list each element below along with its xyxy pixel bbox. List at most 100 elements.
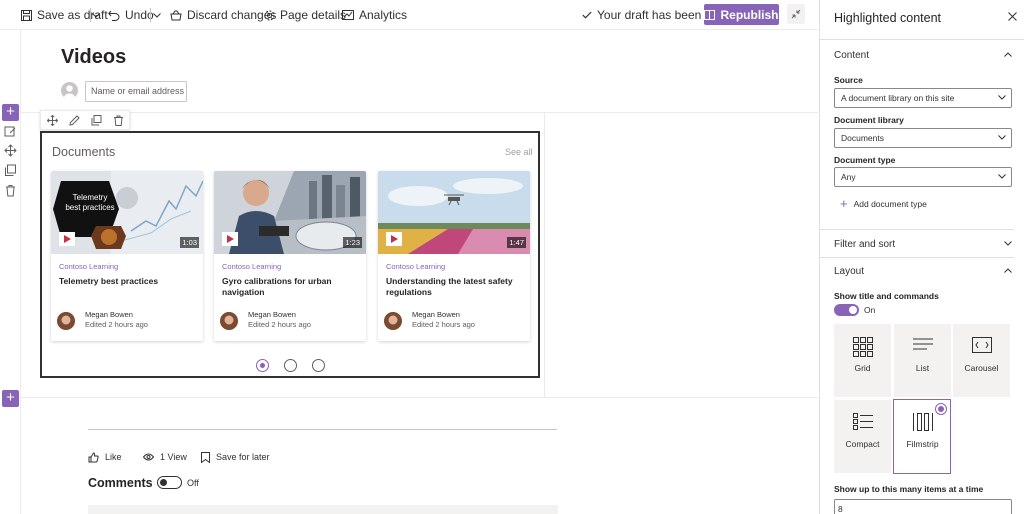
comment-input[interactable] — [88, 505, 558, 514]
eye-icon — [143, 453, 154, 461]
like-icon — [88, 451, 99, 462]
undo-options-chevron[interactable] — [153, 0, 166, 30]
edit-section-icon[interactable] — [4, 125, 17, 138]
author-name: Megan Bowen — [85, 310, 133, 319]
comments-toggle[interactable] — [157, 476, 182, 489]
content-section-header[interactable]: Content — [834, 50, 869, 61]
chevron-down-icon — [998, 135, 1006, 140]
layout-section-header[interactable]: Layout — [834, 266, 864, 277]
video-card[interactable]: 1:23 Contoso Learning Gyro calibrations … — [214, 171, 366, 341]
save-options-chevron[interactable] — [92, 0, 105, 30]
video-duration: 1:47 — [507, 237, 526, 248]
author-avatar — [384, 312, 402, 330]
author-name: Megan Bowen — [248, 310, 296, 319]
undo-button[interactable]: Undo — [108, 0, 154, 30]
max-items-label: Show up to this many items at a time — [834, 484, 984, 494]
card-site[interactable]: Contoso Learning — [222, 262, 281, 271]
republish-button[interactable]: Republish — [704, 4, 779, 25]
person-icon — [63, 85, 76, 99]
plus-icon: + — [840, 196, 848, 211]
webpart-title[interactable]: Documents — [52, 145, 115, 159]
panel-divider — [820, 229, 1014, 230]
layout-list-tile[interactable]: List — [894, 324, 951, 397]
add-section-button[interactable]: + — [2, 390, 19, 407]
discard-icon — [170, 10, 182, 20]
video-card[interactable]: 1:47 Contoso Learning Understanding the … — [378, 171, 530, 341]
layout-compact-label: Compact — [845, 439, 880, 449]
video-duration: 1:23 — [343, 237, 362, 248]
add-section-button[interactable]: + — [2, 104, 19, 121]
add-document-type-label: Add document type — [853, 198, 927, 209]
panel-divider — [820, 257, 1014, 258]
move-icon[interactable] — [46, 114, 58, 126]
show-title-toggle[interactable] — [834, 304, 859, 316]
duplicate-icon[interactable] — [91, 114, 102, 126]
video-duration: 1:03 — [180, 237, 199, 248]
carousel-icon — [971, 337, 992, 353]
author-avatar — [57, 312, 75, 330]
play-icon — [222, 232, 238, 246]
edit-pencil-icon[interactable] — [68, 114, 80, 126]
collapse-panel-button[interactable] — [787, 4, 805, 24]
edited-time: Edited 2 hours ago — [412, 320, 475, 329]
video-card[interactable]: Telemetry best practices 1:03 Contoso Le… — [51, 171, 203, 341]
page-title[interactable]: Videos — [61, 46, 126, 69]
chevron-up-icon[interactable] — [1004, 52, 1012, 57]
layout-list-label: List — [915, 363, 930, 373]
like-button[interactable]: Like — [88, 450, 122, 464]
card-title[interactable]: Telemetry best practices — [59, 276, 197, 287]
save-for-later-label: Save for later — [216, 452, 270, 462]
source-label: Source — [834, 75, 863, 85]
layout-grid-tile[interactable]: Grid — [834, 324, 891, 397]
like-label: Like — [105, 452, 122, 462]
author-name: Megan Bowen — [412, 310, 460, 319]
discard-changes-button[interactable]: Discard changes — [170, 0, 276, 30]
author-avatar-placeholder — [61, 82, 78, 99]
filmstrip-icon — [912, 413, 933, 431]
card-site[interactable]: Contoso Learning — [59, 262, 118, 271]
layout-filmstrip-tile[interactable]: Filmstrip — [893, 399, 951, 474]
views-label: 1 View — [160, 452, 187, 462]
panel-divider — [820, 39, 1024, 40]
duplicate-section-icon[interactable] — [4, 164, 17, 177]
pager-dot-3[interactable] — [312, 359, 325, 372]
card-title[interactable]: Understanding the latest safety regulati… — [386, 276, 524, 298]
save-for-later-button[interactable]: Save for later — [201, 450, 270, 464]
gear-icon — [264, 10, 275, 20]
document-type-label: Document type — [834, 155, 896, 165]
card-title[interactable]: Gyro calibrations for urban navigation — [222, 276, 360, 298]
grid-icon — [852, 337, 873, 357]
layout-carousel-tile[interactable]: Carousel — [953, 324, 1010, 397]
delete-icon[interactable] — [113, 115, 124, 126]
analytics-button[interactable]: Analytics — [342, 0, 407, 30]
see-all-link[interactable]: See all — [505, 147, 533, 157]
play-icon — [59, 232, 75, 246]
pager-dot-2[interactable] — [284, 359, 297, 372]
chevron-down-icon[interactable] — [1004, 241, 1012, 246]
source-value: A document library on this site — [841, 93, 955, 103]
comments-toggle-state: Off — [187, 478, 199, 488]
source-dropdown[interactable]: A document library on this site — [834, 88, 1012, 108]
section-toolbar: + + — [0, 30, 21, 514]
section-divider — [21, 397, 818, 398]
views-count: 1 View — [143, 450, 187, 464]
social-divider — [88, 429, 557, 430]
document-type-dropdown[interactable]: Any — [834, 167, 1012, 187]
page-details-label: Page details — [280, 8, 347, 22]
webpart-toolbar — [40, 110, 130, 130]
edited-time: Edited 2 hours ago — [85, 320, 148, 329]
delete-section-icon[interactable] — [4, 184, 17, 197]
max-items-input[interactable]: 8 — [834, 499, 1012, 514]
move-section-icon[interactable] — [4, 144, 17, 157]
page-details-button[interactable]: Page details — [264, 0, 346, 30]
pager-dot-1[interactable] — [256, 359, 269, 372]
filter-sort-section-header[interactable]: Filter and sort — [834, 239, 895, 250]
document-library-dropdown[interactable]: Documents — [834, 128, 1012, 148]
close-icon[interactable] — [1008, 12, 1017, 21]
card-site[interactable]: Contoso Learning — [386, 262, 445, 271]
layout-compact-tile[interactable]: Compact — [834, 400, 891, 473]
add-document-type-button[interactable]: + Add document type — [840, 196, 927, 211]
author-name-input[interactable]: Name or email address — [85, 81, 187, 102]
chevron-up-icon[interactable] — [1004, 268, 1012, 273]
command-bar: Save as draft Undo Discard changes Page … — [0, 0, 818, 30]
